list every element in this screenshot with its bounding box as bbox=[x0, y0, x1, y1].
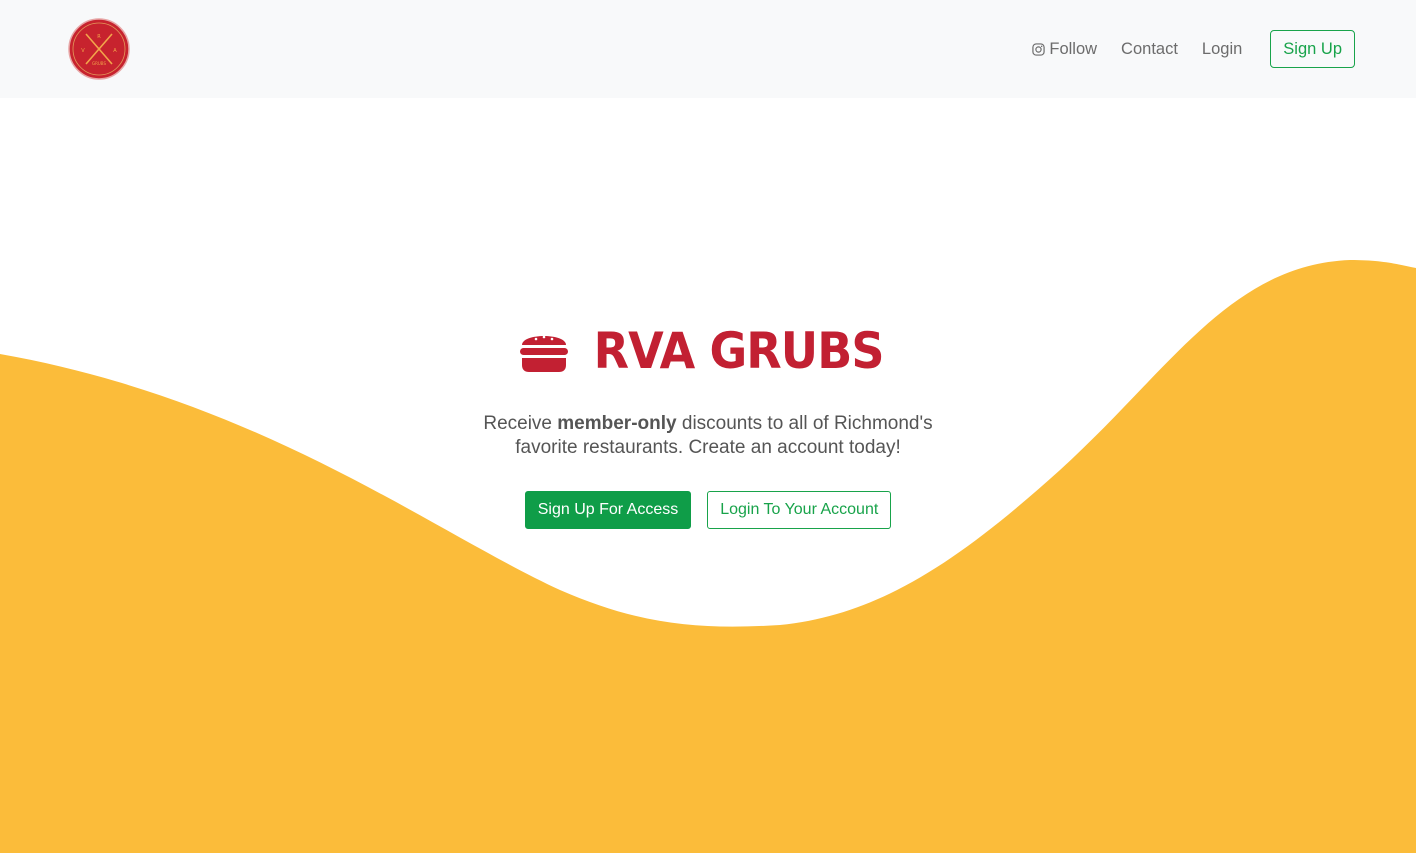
burger-icon bbox=[520, 335, 569, 372]
follow-label: Follow bbox=[1049, 39, 1098, 58]
brand-title: RVA GRUBS bbox=[594, 322, 885, 380]
follow-link[interactable]: Follow bbox=[1032, 40, 1097, 59]
tagline: Receive member-only discounts to all of … bbox=[458, 412, 958, 460]
logo[interactable]: R V A GRUBS bbox=[68, 18, 130, 80]
login-link[interactable]: Login bbox=[1202, 40, 1242, 59]
tagline-prefix: Receive bbox=[483, 413, 558, 434]
sign-up-for-access-button[interactable]: Sign Up For Access bbox=[524, 491, 692, 529]
contact-link[interactable]: Contact bbox=[1121, 40, 1178, 59]
tagline-bold: member-only bbox=[557, 413, 677, 434]
hero: RVA GRUBS Receive member-only discounts … bbox=[0, 320, 1416, 529]
login-to-account-button[interactable]: Login To Your Account bbox=[707, 491, 892, 529]
navbar: R V A GRUBS Follow Contact Login Sign Up bbox=[0, 0, 1416, 98]
logo-left-text: V bbox=[81, 48, 85, 54]
logo-bottom-text: GRUBS bbox=[92, 61, 106, 66]
cta-row: Sign Up For Access Login To Your Account bbox=[0, 491, 1416, 529]
signup-button[interactable]: Sign Up bbox=[1270, 30, 1355, 68]
nav-links: Follow Contact Login Sign Up bbox=[1032, 29, 1355, 69]
instagram-icon bbox=[1032, 42, 1046, 56]
logo-top-text: R bbox=[97, 34, 101, 40]
brand-heading: RVA GRUBS bbox=[0, 320, 1416, 382]
logo-right-text: A bbox=[113, 48, 117, 54]
